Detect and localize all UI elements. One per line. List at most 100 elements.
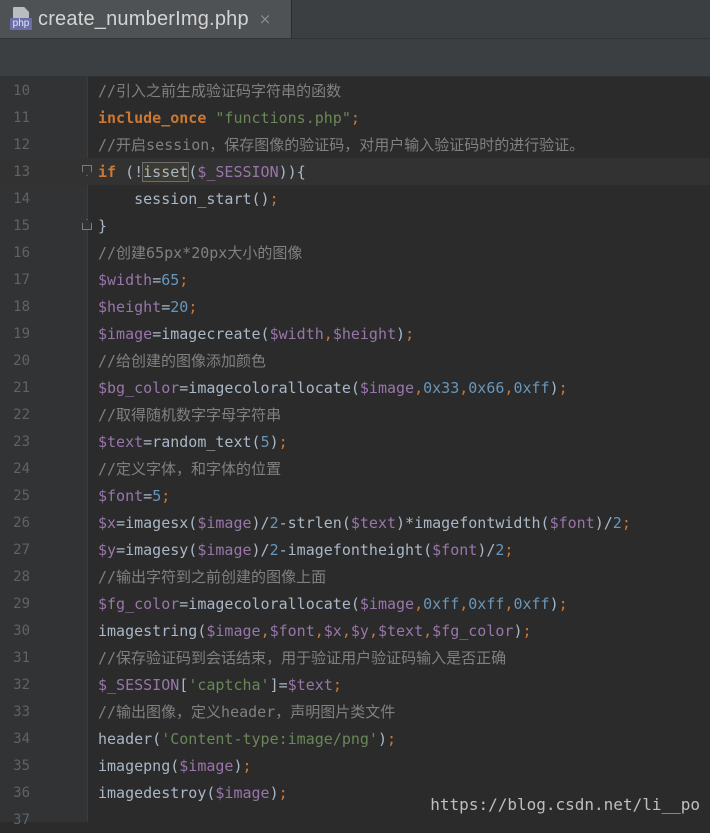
code-line[interactable]: 10 //引入之前生成验证码字符串的函数 — [0, 77, 710, 104]
code-text: //输出字符到之前创建的图像上面 — [98, 567, 326, 587]
line-number: 35 — [13, 758, 30, 774]
code-token: $bg_color — [98, 379, 180, 397]
code-line[interactable]: 16 //创建65px*20px大小的图像 — [0, 239, 710, 266]
code-text: header('Content-type:image/png'); — [98, 729, 396, 749]
code-token: { — [296, 163, 306, 181]
line-number: 15 — [13, 218, 30, 234]
line-number: 17 — [13, 272, 30, 288]
code-line[interactable]: 13 if (!isset($_SESSION)){ — [0, 158, 710, 185]
code-text: imagepng($image); — [98, 756, 252, 776]
code-token: $x — [323, 622, 342, 640]
code-line[interactable]: 29 $fg_color=imagecolorallocate($image,0x… — [0, 590, 710, 617]
code-token: session_start() — [98, 190, 270, 208]
tab-title: create_numberImg.php — [38, 7, 249, 30]
close-tab-icon[interactable]: × — [259, 10, 272, 28]
code-token: $image — [206, 622, 261, 640]
code-line[interactable]: 32 $_SESSION['captcha']=$text; — [0, 671, 710, 698]
line-number: 22 — [13, 407, 30, 423]
code-token: , — [260, 622, 270, 640]
code-token: ; — [558, 595, 568, 613]
code-token: 2 — [612, 514, 622, 532]
code-text: imagedestroy($image); — [98, 783, 288, 803]
code-token: 0xff — [423, 595, 460, 613]
line-number: 20 — [13, 353, 30, 369]
code-token: 0xff — [513, 379, 550, 397]
code-token: )/ — [251, 514, 270, 532]
code-token: if — [98, 163, 117, 181]
code-line[interactable]: 20 //给创建的图像添加颜色 — [0, 347, 710, 374]
code-line[interactable]: 17 $width=65; — [0, 266, 710, 293]
code-line[interactable]: 28 //输出字符到之前创建的图像上面 — [0, 563, 710, 590]
code-token: )*imagefontwidth( — [396, 514, 550, 532]
fold-marker-icon[interactable] — [82, 219, 92, 230]
code-token: )/ — [594, 514, 613, 532]
code-line[interactable]: 27 $y=imagesy($image)/2-imagefontheight($… — [0, 536, 710, 563]
code-line[interactable]: 26 $x=imagesx($image)/2-strlen($text)*ima… — [0, 509, 710, 536]
code-editor[interactable]: 10 //引入之前生成验证码字符串的函数 11 include_once "funct… — [0, 77, 710, 828]
code-token: , — [459, 595, 469, 613]
code-token: -strlen( — [278, 514, 351, 532]
code-line[interactable]: 34 header('Content-type:image/png'); — [0, 725, 710, 752]
code-token: =imagecreate( — [152, 325, 270, 343]
code-token: ; — [522, 622, 532, 640]
code-token: ; — [278, 433, 288, 451]
code-token: $x — [98, 514, 117, 532]
code-line[interactable]: 31 //保存验证码到会话结束，用于验证用户验证码输入是否正确 — [0, 644, 710, 671]
code-line[interactable]: 15} — [0, 212, 710, 239]
code-token: ]= — [269, 676, 288, 694]
line-number: 23 — [13, 434, 30, 450]
code-line[interactable]: 24 //定义字体，和字体的位置 — [0, 455, 710, 482]
code-token: $image — [359, 379, 415, 397]
code-token: )) — [278, 163, 297, 181]
code-token: ; — [278, 784, 288, 802]
code-line[interactable]: 12 //开启session，保存图像的验证码，对用户输入验证码时的进行验证。 — [0, 131, 710, 158]
code-token: -imagefontheight( — [278, 541, 433, 559]
code-token: ; — [269, 190, 279, 208]
code-text: } — [98, 216, 107, 236]
code-line[interactable]: 23 $text=random_text(5); — [0, 428, 710, 455]
code-text: //输出图像，定义header，声明图片类文件 — [98, 702, 395, 722]
code-text: $fg_color=imagecolorallocate($image,0xff… — [98, 594, 568, 614]
code-token: = — [161, 298, 171, 316]
code-token: 5 — [152, 487, 162, 505]
code-text: //引入之前生成验证码字符串的函数 — [98, 81, 341, 101]
code-line[interactable]: 11 include_once "functions.php"; — [0, 104, 710, 131]
code-token: //创建65px*20px大小的图像 — [98, 244, 303, 262]
code-token: ) — [549, 379, 559, 397]
code-line[interactable]: 25 $font=5; — [0, 482, 710, 509]
code-token: $image — [98, 325, 153, 343]
code-line[interactable]: 22 //取得随机数字字母字符串 — [0, 401, 710, 428]
code-text: $font=5; — [98, 486, 170, 506]
code-token: , — [459, 379, 469, 397]
code-token: , — [323, 325, 333, 343]
code-token: 'captcha' — [188, 676, 270, 694]
code-token: 5 — [260, 433, 270, 451]
code-line[interactable]: 33 //输出图像，定义header，声明图片类文件 — [0, 698, 710, 725]
code-token: //输出字符到之前创建的图像上面 — [98, 568, 327, 586]
line-number: 27 — [13, 542, 30, 558]
code-token: ) — [396, 325, 406, 343]
code-line[interactable]: 30 imagestring($image,$font,$x,$y,$text,$… — [0, 617, 710, 644]
code-token: $fg_color — [98, 595, 180, 613]
code-token: , — [414, 595, 424, 613]
code-line[interactable]: 14 session_start(); — [0, 185, 710, 212]
code-token: 2 — [269, 541, 279, 559]
code-token: //输出图像，定义header，声明图片类文件 — [98, 703, 396, 721]
code-token: =imagecolorallocate( — [179, 379, 360, 397]
code-line[interactable]: 21 $bg_color=imagecolorallocate($image,0x… — [0, 374, 710, 401]
code-line[interactable]: 35 imagepng($image); — [0, 752, 710, 779]
fold-marker-icon[interactable] — [82, 165, 92, 176]
code-token: ; — [387, 730, 397, 748]
code-token: $font — [98, 487, 144, 505]
code-token: 65 — [161, 271, 180, 289]
code-token: = — [152, 271, 162, 289]
code-token: = — [143, 487, 153, 505]
code-line[interactable]: 18 $height=20; — [0, 293, 710, 320]
code-text: include_once "functions.php"; — [98, 108, 360, 128]
code-token: $image — [359, 595, 415, 613]
line-number: 12 — [13, 137, 30, 153]
file-tab[interactable]: php create_numberImg.php × — [0, 0, 292, 38]
code-line[interactable]: 19 $image=imagecreate($width,$height); — [0, 320, 710, 347]
breadcrumb-bar — [0, 39, 710, 77]
code-token: =random_text( — [143, 433, 261, 451]
